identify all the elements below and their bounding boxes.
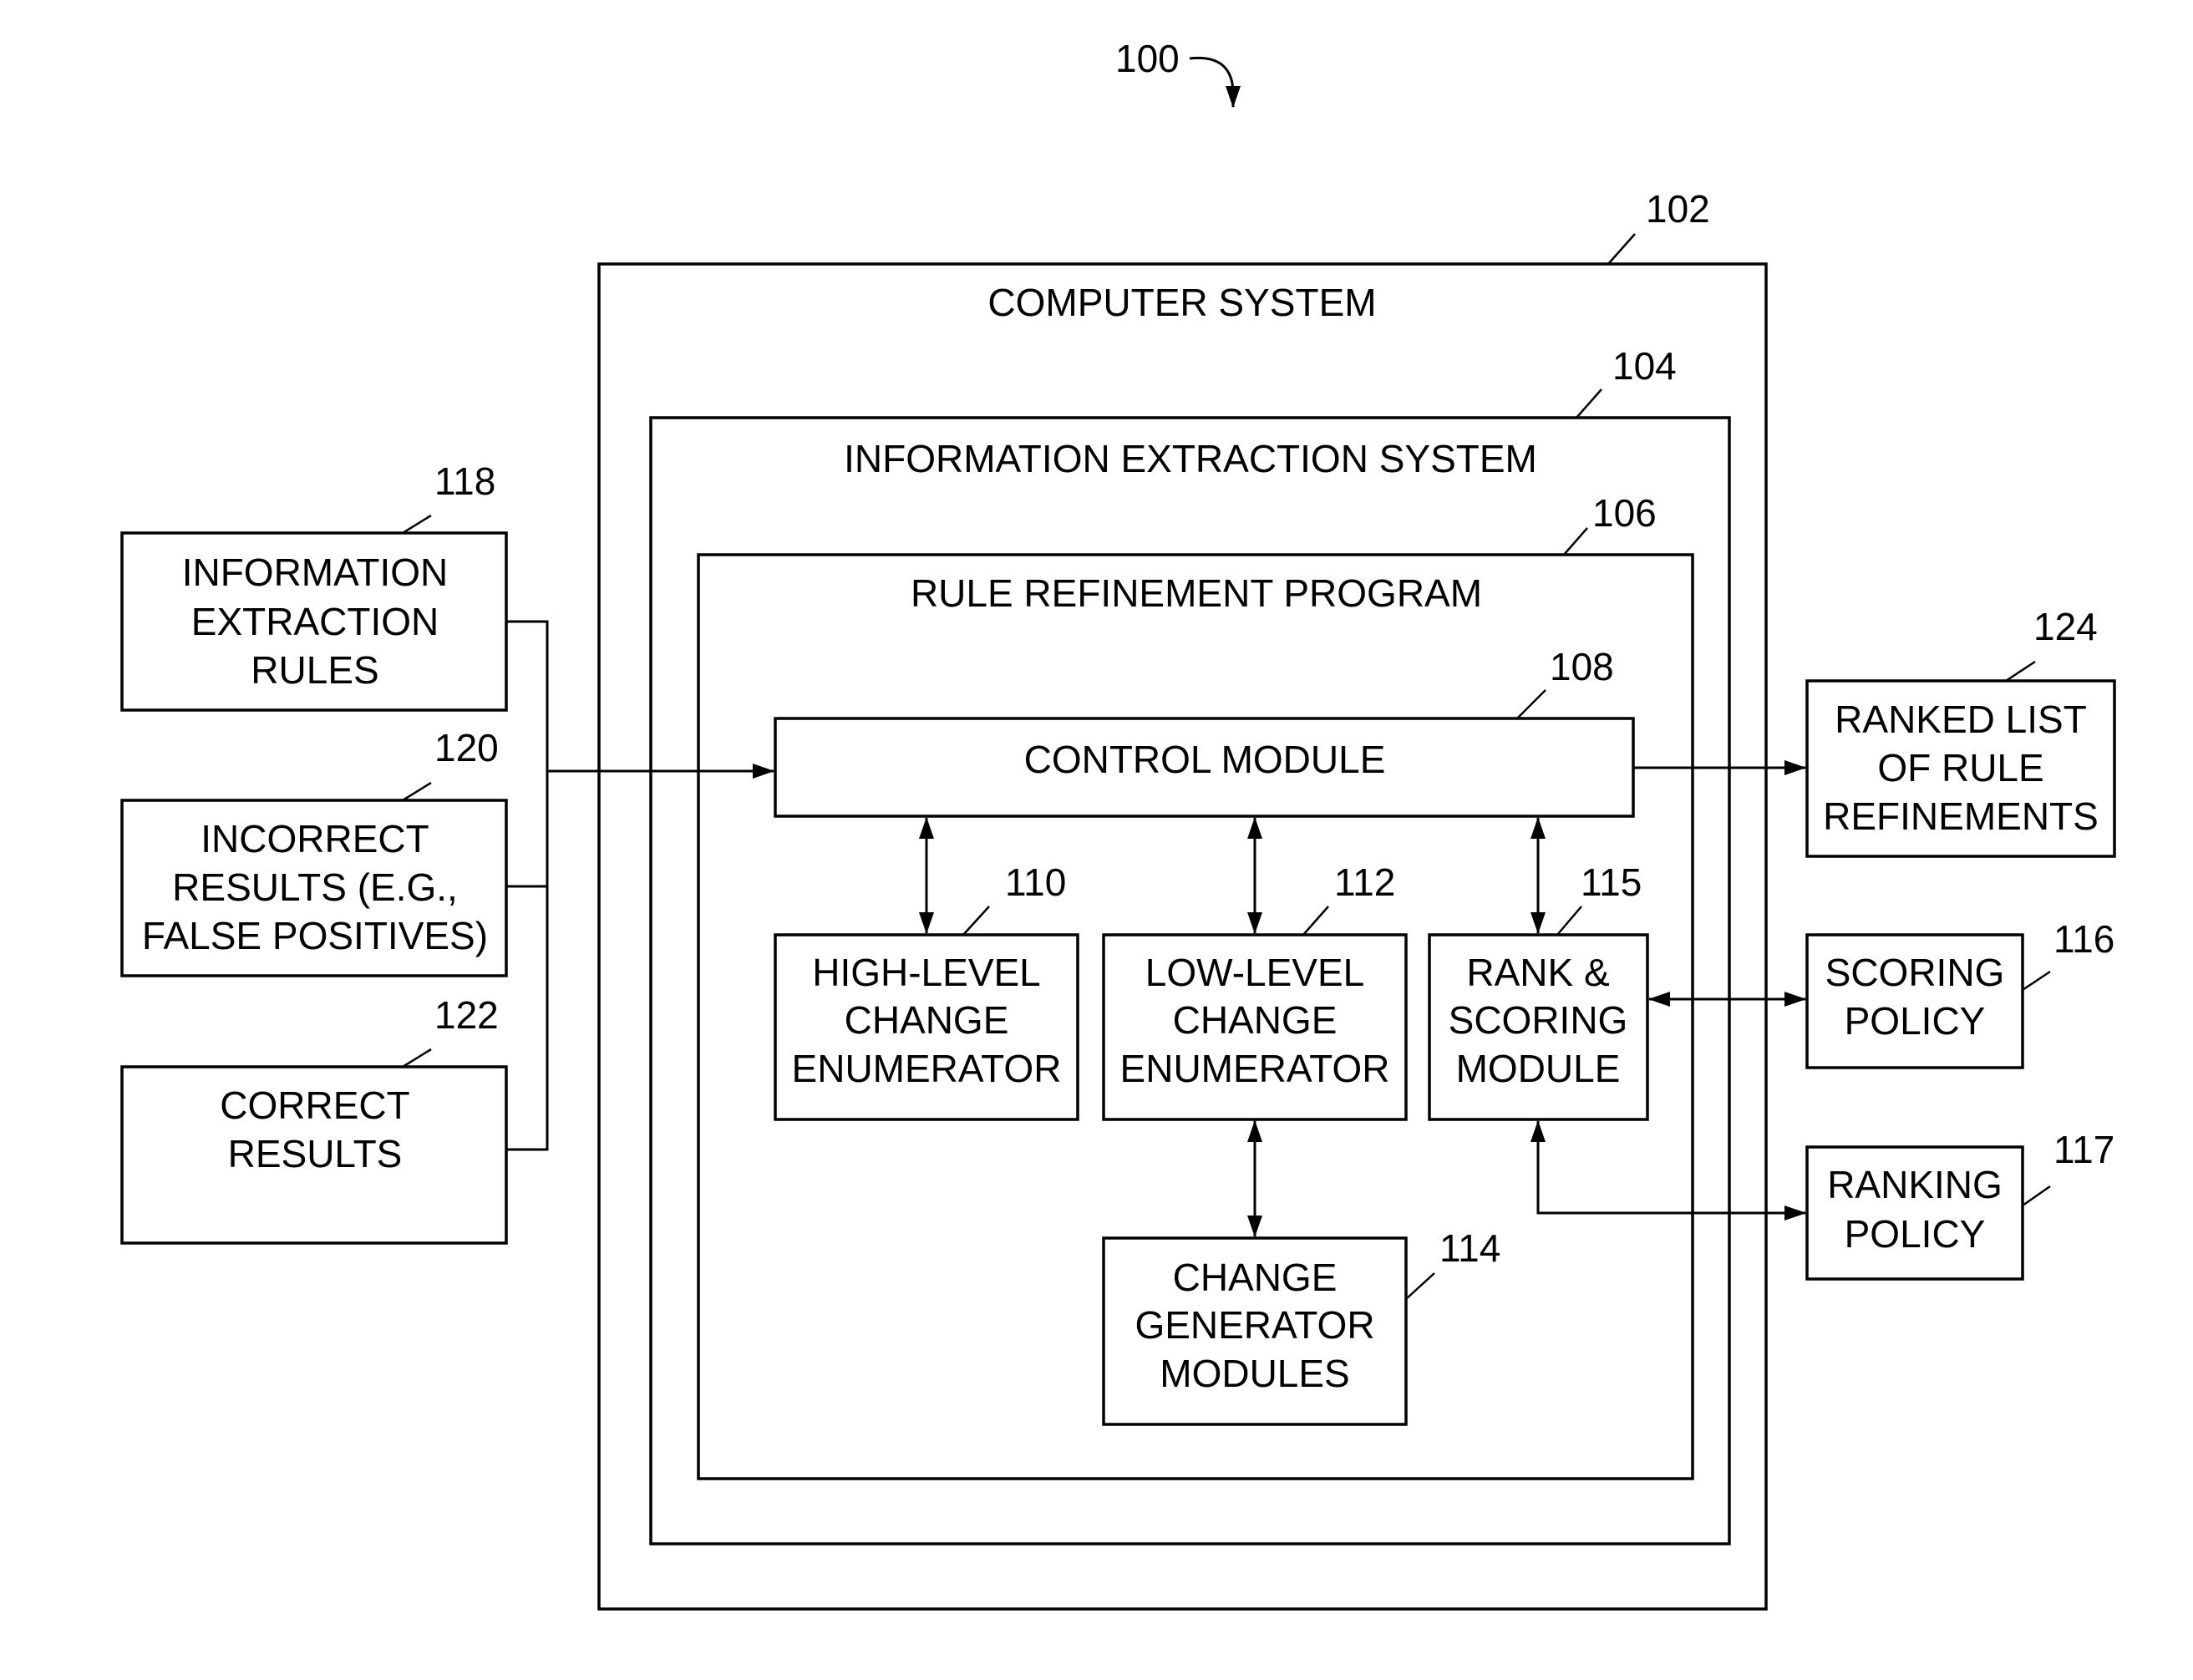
ranked-list-box: RANKED LIST OF RULE REFINEMENTS 124 xyxy=(1805,605,2116,858)
high-level-enumerator-line-1: HIGH-LEVEL xyxy=(812,951,1041,994)
high-level-enumerator-line-2: CHANGE xyxy=(845,998,1009,1042)
figure-ref-100: 100 xyxy=(1115,37,1241,108)
ref-106: 106 xyxy=(1592,491,1657,535)
leader-124 xyxy=(2005,660,2036,683)
rule-refinement-program-label: RULE REFINEMENT PROGRAM xyxy=(911,571,1482,615)
incorrect-results-box: INCORRECT RESULTS (E.G., FALSE POSITIVES… xyxy=(120,726,508,977)
ranked-list-line-3: REFINEMENTS xyxy=(1823,794,2099,838)
rank-scoring-line-1: RANK & xyxy=(1466,951,1609,994)
ref-116: 116 xyxy=(2053,917,2114,961)
ref-104: 104 xyxy=(1612,344,1677,388)
rank-scoring-line-2: SCORING xyxy=(1449,998,1628,1042)
ie-rules-line-1: INFORMATION xyxy=(182,551,449,594)
ref-102: 102 xyxy=(1646,187,1710,231)
low-level-enumerator-line-2: CHANGE xyxy=(1173,998,1338,1042)
change-generator-line-2: GENERATOR xyxy=(1135,1303,1374,1347)
scoring-policy-line-1: SCORING xyxy=(1825,951,2005,994)
ref-114: 114 xyxy=(1439,1226,1500,1270)
correct-results-line-2: RESULTS xyxy=(228,1132,403,1175)
incorrect-results-line-3: FALSE POSITIVES) xyxy=(142,914,488,957)
leader-116 xyxy=(2022,970,2051,992)
ref-110: 110 xyxy=(1005,860,1066,904)
ref-117: 117 xyxy=(2053,1128,2114,1171)
ref-115: 115 xyxy=(1581,860,1642,904)
incorrect-results-line-2: RESULTS (E.G., xyxy=(172,865,458,909)
leader-122 xyxy=(402,1048,432,1068)
control-module-label: CONTROL MODULE xyxy=(1024,738,1386,781)
figure-ref-label: 100 xyxy=(1115,37,1180,80)
incorrect-results-line-1: INCORRECT xyxy=(201,817,429,860)
correct-results-line-1: CORRECT xyxy=(220,1084,409,1127)
scoring-policy-line-2: POLICY xyxy=(1845,999,1986,1043)
ref-124: 124 xyxy=(2033,605,2098,648)
high-level-enumerator-line-3: ENUMERATOR xyxy=(792,1047,1062,1090)
ranked-list-line-2: OF RULE xyxy=(1877,746,2043,789)
ranking-policy-line-1: RANKING xyxy=(1827,1163,2003,1206)
correct-results-box: CORRECT RESULTS 122 xyxy=(120,993,508,1245)
rank-scoring-line-3: MODULE xyxy=(1456,1047,1621,1090)
change-generator-line-3: MODULES xyxy=(1160,1352,1349,1395)
block-diagram: 100 COMPUTER SYSTEM 102 INFORMATION EXTR… xyxy=(120,37,2116,1611)
change-generator-line-1: CHANGE xyxy=(1173,1256,1338,1299)
low-level-enumerator-line-3: ENUMERATOR xyxy=(1120,1047,1390,1090)
ie-rules-line-2: EXTRACTION xyxy=(191,600,439,643)
ie-rules-box: INFORMATION EXTRACTION RULES 118 xyxy=(120,459,508,712)
leader-120 xyxy=(402,781,432,802)
low-level-enumerator-line-1: LOW-LEVEL xyxy=(1145,951,1364,994)
scoring-policy-box: SCORING POLICY 116 xyxy=(1805,917,2114,1069)
ref-112: 112 xyxy=(1334,860,1395,904)
ie-rules-line-3: RULES xyxy=(251,648,378,692)
info-extraction-system-label: INFORMATION EXTRACTION SYSTEM xyxy=(844,437,1537,480)
ref-122: 122 xyxy=(434,993,499,1037)
leader-102 xyxy=(1607,233,1636,265)
ranked-list-line-1: RANKED LIST xyxy=(1835,698,2087,741)
leader-117 xyxy=(2022,1185,2051,1207)
ref-120: 120 xyxy=(434,726,499,769)
ref-118: 118 xyxy=(434,459,495,503)
ranking-policy-box: RANKING POLICY 117 xyxy=(1805,1128,2114,1281)
ranking-policy-line-2: POLICY xyxy=(1845,1212,1986,1256)
computer-system-label: COMPUTER SYSTEM xyxy=(987,281,1376,324)
ref-108: 108 xyxy=(1550,645,1614,688)
figure-ref-arrow xyxy=(1189,56,1241,108)
leader-118 xyxy=(402,514,432,535)
